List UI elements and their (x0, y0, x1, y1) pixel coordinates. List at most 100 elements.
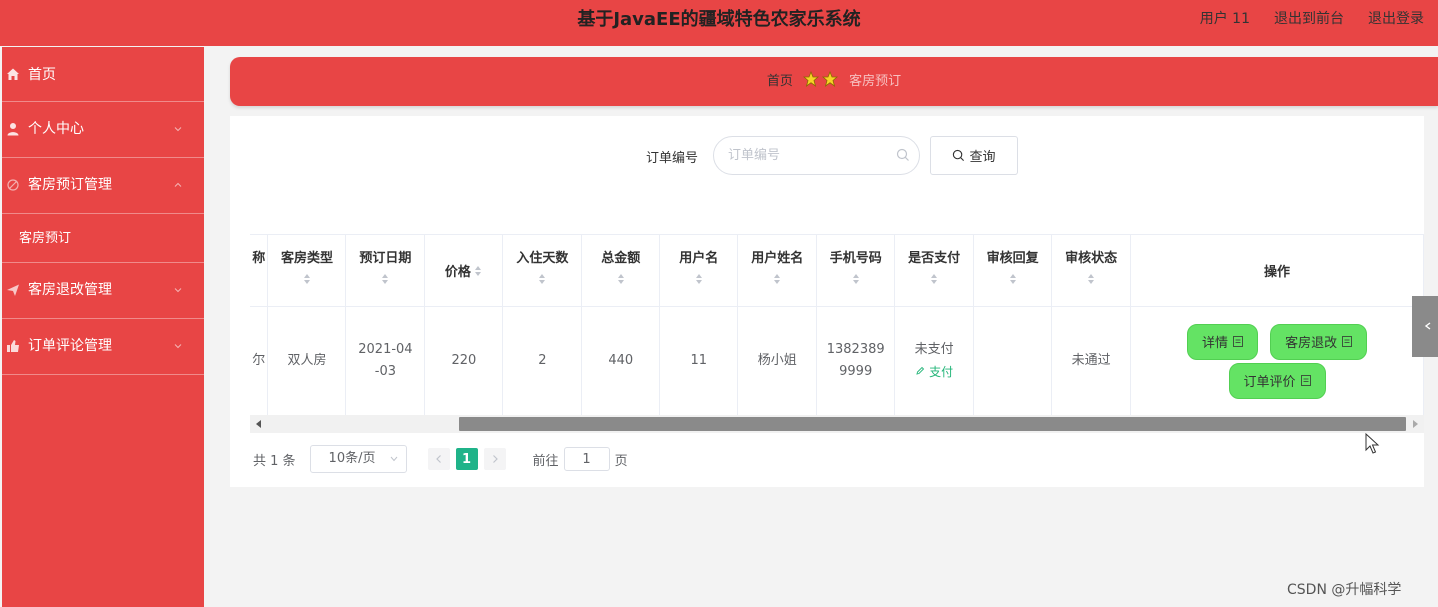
column-header-phone[interactable]: 手机号码 (816, 235, 896, 307)
cell-partial: 尔 (250, 306, 269, 417)
column-header-paid[interactable]: 是否支付 (894, 235, 975, 307)
edit-icon (916, 366, 925, 375)
table-header-row: 称 客房类型 预订日期 价格 入住天数 总金额 用户名 用户姓名 手机号码 是否… (250, 235, 1424, 307)
cell-actions: 详情 客房退改 订单评价 (1130, 306, 1424, 417)
goto-page-input[interactable] (563, 447, 610, 471)
order-review-button[interactable]: 订单评价 (1228, 362, 1326, 399)
goto-label: 前往 (532, 453, 559, 469)
sort-icon (774, 274, 781, 284)
cell-price: 220 (424, 306, 504, 417)
scrollbar-thumb[interactable] (459, 417, 1406, 431)
logout-link[interactable]: 退出登录 (1368, 0, 1424, 38)
column-header-review-status[interactable]: 审核状态 (1051, 235, 1132, 307)
user-icon (7, 123, 19, 136)
column-header-username[interactable]: 用户名 (659, 235, 739, 307)
breadcrumb-home[interactable]: 首页 (767, 74, 793, 89)
sort-icon (852, 274, 859, 284)
column-header-total-amount[interactable]: 总金额 (581, 235, 661, 307)
search-icon (896, 148, 909, 161)
sort-icon (695, 274, 702, 284)
watermark: CSDN @升幅科学 (1287, 582, 1402, 598)
chevron-right-icon (492, 455, 498, 463)
chevron-up-icon (174, 182, 182, 187)
chevron-left-icon (1424, 322, 1431, 330)
sidebar-item-label: 个人中心 (28, 121, 84, 137)
sidebar: 首页 个人中心 客房预订管理 客房预订 客房退改管理 订单评论管理 (2, 47, 204, 607)
sort-icon (1088, 274, 1095, 284)
sort-icon (539, 274, 546, 284)
order-number-search-input[interactable] (713, 136, 920, 175)
document-icon (1342, 336, 1353, 347)
chevron-down-icon (174, 127, 182, 132)
next-page-button[interactable] (483, 448, 506, 470)
chevron-down-icon (390, 456, 397, 462)
column-header-booking-date[interactable]: 预订日期 (345, 235, 426, 307)
sidebar-item-booking-management[interactable]: 客房预订管理 (2, 158, 204, 214)
goto-suffix: 页 (614, 453, 628, 469)
cell-review-reply (973, 306, 1053, 417)
prev-page-button[interactable] (427, 448, 450, 470)
detail-button[interactable]: 详情 (1186, 323, 1258, 360)
column-header-room-type[interactable]: 客房类型 (267, 235, 347, 307)
chevron-down-icon (174, 288, 182, 293)
user-link[interactable]: 用户 11 (1200, 0, 1250, 38)
cell-user-name: 杨小姐 (737, 306, 818, 417)
pagination: 共 1 条 10条/页 1 前往 页 (253, 445, 628, 473)
breadcrumb-current: 客房预订 (849, 74, 902, 89)
horizontal-scrollbar[interactable] (250, 415, 1424, 433)
cell-booking-date: 2021-04 -03 (345, 306, 426, 417)
sidebar-item-label: 客房退改管理 (28, 282, 112, 298)
sort-icon (474, 265, 481, 276)
sidebar-item-label: 客房预订管理 (28, 177, 112, 193)
exit-to-front-link[interactable]: 退出到前台 (1274, 0, 1344, 38)
mouse-cursor-icon (1365, 433, 1380, 454)
tag-icon (7, 179, 19, 191)
cell-review-status: 未通过 (1051, 306, 1132, 417)
scroll-right-arrow-icon[interactable] (1413, 420, 1418, 428)
breadcrumb: 首页 客房预订 (230, 57, 1438, 106)
search-button[interactable]: 查询 (930, 136, 1018, 175)
scroll-left-arrow-icon[interactable] (256, 420, 261, 428)
sidebar-item-label: 首页 (28, 67, 56, 83)
document-icon (1300, 375, 1311, 386)
sort-icon (303, 274, 310, 284)
column-header-price[interactable]: 价格 (424, 235, 504, 307)
star-icon (803, 71, 839, 87)
sidebar-item-label: 订单评论管理 (28, 338, 112, 354)
side-collapse-tab[interactable] (1412, 296, 1438, 357)
sort-icon (617, 274, 624, 284)
document-icon (1233, 336, 1243, 347)
pay-link[interactable]: 支付 (895, 361, 973, 383)
sort-icon (382, 274, 389, 284)
sort-icon (1009, 274, 1016, 284)
chevron-left-icon (435, 455, 441, 463)
column-header-partial: 称 (250, 235, 269, 307)
header-links: 用户 11 退出到前台 退出登录 (1200, 0, 1424, 38)
cell-stay-days: 2 (502, 306, 583, 417)
main-panel: 订单编号 查询 称 客房类型 预订日期 价格 入住天数 总金额 用户 (230, 116, 1424, 487)
thumb-icon (7, 340, 19, 352)
search-button-label: 查询 (969, 150, 996, 165)
column-header-review-reply[interactable]: 审核回复 (973, 235, 1053, 307)
pagination-total: 共 1 条 (253, 453, 296, 469)
search-icon (953, 149, 965, 162)
column-header-actions: 操作 (1130, 235, 1424, 307)
sidebar-item-profile[interactable]: 个人中心 (2, 102, 204, 158)
booking-table: 称 客房类型 预订日期 价格 入住天数 总金额 用户名 用户姓名 手机号码 是否… (250, 234, 1424, 434)
plane-icon (7, 284, 19, 296)
sidebar-item-home[interactable]: 首页 (2, 47, 204, 102)
cell-phone: 1382389 9999 (816, 306, 896, 417)
sidebar-item-refund-management[interactable]: 客房退改管理 (2, 263, 204, 319)
cell-total-amount: 440 (581, 306, 661, 417)
top-header: 基于JavaEE的疆域特色农家乐系统 用户 11 退出到前台 退出登录 (0, 0, 1438, 46)
page-size-select[interactable]: 10条/页 (309, 445, 407, 473)
search-label: 订单编号 (646, 151, 699, 166)
room-refund-button[interactable]: 客房退改 (1270, 323, 1368, 360)
sidebar-item-review-management[interactable]: 订单评论管理 (2, 319, 204, 375)
column-header-stay-days[interactable]: 入住天数 (502, 235, 583, 307)
chevron-down-icon (174, 344, 182, 349)
page-number-button[interactable]: 1 (455, 448, 478, 470)
sidebar-subitem-room-booking[interactable]: 客房预订 (2, 214, 204, 263)
column-header-user-name[interactable]: 用户姓名 (737, 235, 818, 307)
cell-username: 11 (659, 306, 739, 417)
